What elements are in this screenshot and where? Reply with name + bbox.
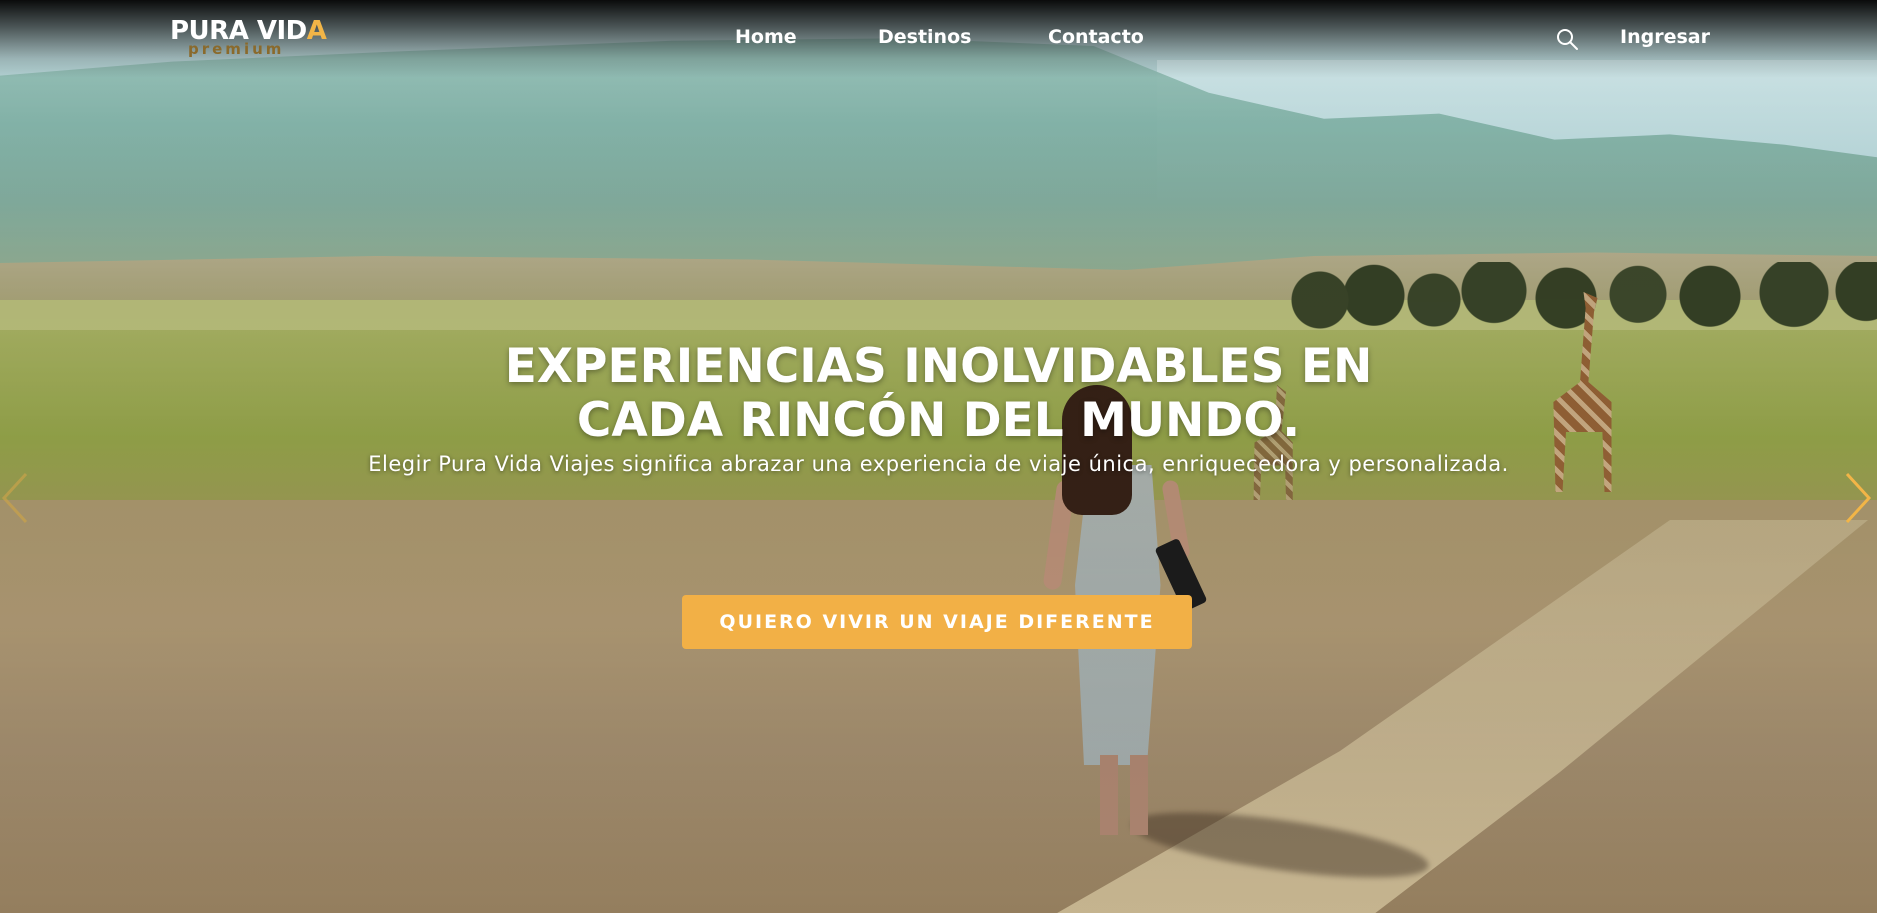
nav-contacto[interactable]: Contacto <box>1048 26 1144 48</box>
brand-logo[interactable]: PURA VIDA premium <box>170 16 330 62</box>
hero-headline-line2: CADA RINCÓN DEL MUNDO. <box>576 393 1301 448</box>
hero-headline-line1: EXPERIENCIAS INOLVIDABLES EN <box>504 339 1373 394</box>
logo-tagline: premium <box>188 40 285 58</box>
login-link[interactable]: Ingresar <box>1620 26 1710 48</box>
site-header: PURA VIDA premium Home Destinos Contacto… <box>0 0 1877 78</box>
cta-button[interactable]: QUIERO VIVIR UN VIAJE DIFERENTE <box>682 595 1192 649</box>
search-icon[interactable] <box>1555 27 1579 51</box>
logo-accent-letter: A <box>306 16 327 46</box>
hero-subtitle: Elegir Pura Vida Viajes significa abraza… <box>368 452 1509 476</box>
chevron-right-icon[interactable] <box>1843 468 1873 528</box>
nav-home[interactable]: Home <box>735 26 797 48</box>
chevron-left-icon[interactable] <box>0 468 30 528</box>
nav-destinos[interactable]: Destinos <box>878 26 971 48</box>
